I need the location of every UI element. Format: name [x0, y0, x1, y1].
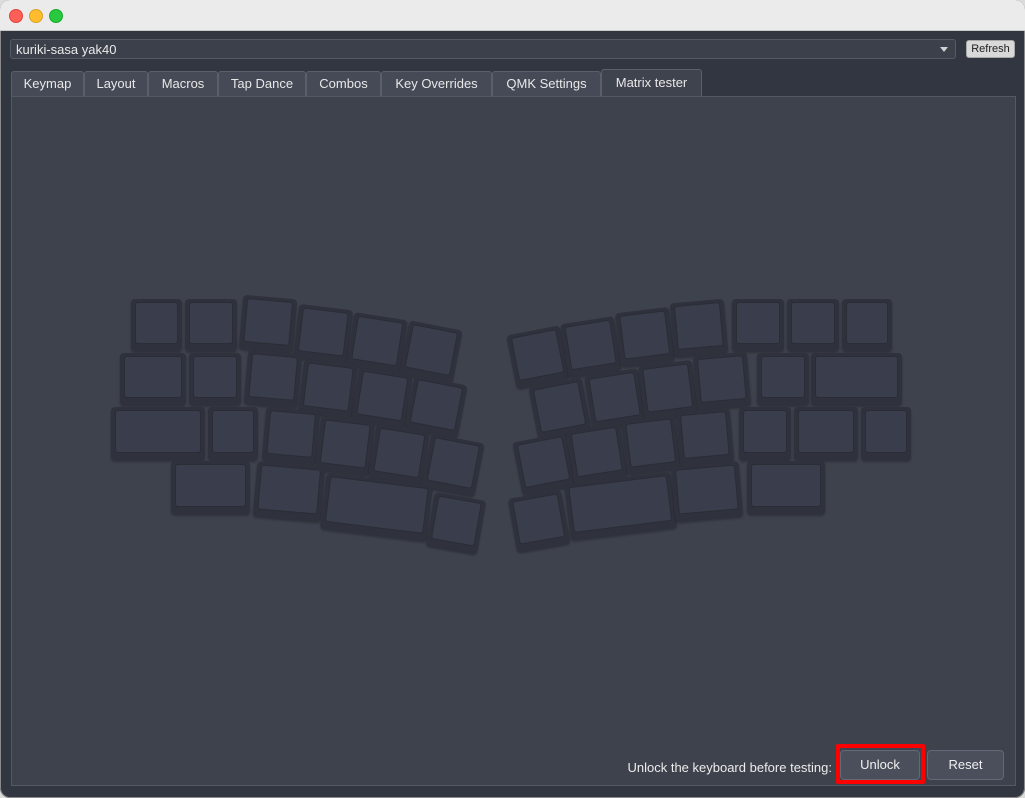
matrix-key — [131, 299, 182, 351]
tab-layout[interactable]: Layout — [84, 71, 148, 96]
matrix-key — [560, 316, 622, 378]
matrix-key — [189, 353, 241, 405]
keyboard-diagram — [12, 97, 1017, 787]
matrix-key — [787, 299, 839, 351]
matrix-key — [811, 353, 902, 405]
matrix-key — [861, 407, 911, 460]
matrix-key — [794, 407, 858, 460]
close-window-button[interactable] — [9, 9, 23, 23]
tab-tap-dance[interactable]: Tap Dance — [218, 71, 306, 96]
matrix-key — [566, 423, 628, 485]
matrix-key — [757, 353, 809, 405]
matrix-key — [732, 299, 784, 351]
tab-keymap[interactable]: Keymap — [11, 71, 84, 96]
matrix-key — [669, 298, 729, 358]
device-dropdown[interactable]: kuriki-sasa yak40 — [10, 39, 956, 59]
matrix-key — [238, 294, 298, 354]
matrix-key — [425, 491, 487, 555]
matrix-key — [252, 461, 326, 522]
matrix-key — [670, 461, 744, 522]
reset-button[interactable]: Reset — [927, 750, 1004, 780]
maximize-window-button[interactable] — [49, 9, 63, 23]
matrix-tester-panel: Unlock the keyboard before testing: Unlo… — [11, 96, 1016, 786]
matrix-key — [692, 351, 752, 411]
matrix-key — [747, 461, 825, 514]
tab-combos[interactable]: Combos — [306, 71, 381, 96]
tab-qmk-settings[interactable]: QMK Settings — [492, 71, 601, 96]
matrix-key — [171, 461, 250, 514]
matrix-key — [675, 407, 735, 467]
matrix-key — [351, 367, 413, 429]
tab-macros[interactable]: Macros — [148, 71, 218, 96]
matrix-key — [842, 299, 892, 351]
title-bar — [0, 0, 1025, 31]
unlock-status-text: Unlock the keyboard before testing: — [627, 760, 832, 775]
tab-key-overrides[interactable]: Key Overrides — [381, 71, 492, 96]
matrix-key — [292, 303, 354, 365]
matrix-key — [620, 414, 682, 476]
matrix-key — [506, 325, 570, 389]
refresh-button[interactable]: Refresh — [966, 40, 1015, 58]
matrix-key — [614, 306, 676, 368]
unlock-button[interactable]: Unlock — [840, 750, 920, 780]
device-selected-label: kuriki-sasa yak40 — [16, 42, 117, 57]
matrix-key — [185, 299, 237, 351]
matrix-key — [261, 406, 321, 466]
minimize-window-button[interactable] — [29, 9, 43, 23]
matrix-key — [243, 349, 303, 409]
tab-matrix-tester[interactable]: Matrix tester — [601, 69, 702, 96]
matrix-key — [368, 424, 430, 486]
matrix-key — [739, 407, 791, 460]
matrix-key — [111, 407, 205, 460]
matrix-key — [319, 472, 434, 542]
matrix-key — [120, 353, 186, 405]
matrix-key — [208, 407, 258, 460]
matrix-key — [507, 489, 571, 553]
matrix-key — [563, 471, 678, 541]
chevron-down-icon — [940, 47, 948, 52]
app-window: kuriki-sasa yak40 Refresh Keymap Layout … — [0, 0, 1025, 798]
